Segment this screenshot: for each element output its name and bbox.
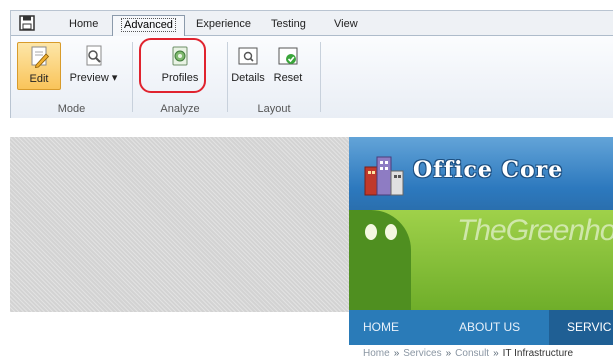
preview-icon [82,44,106,68]
banner-character [349,210,411,310]
reset-icon [276,44,300,68]
group-analyze-label: Analyze [160,103,200,115]
group-layout: Details Reset Layout [228,36,320,119]
site-banner: TheGreenhouse [349,210,613,310]
breadcrumb-item[interactable]: Consult [455,348,489,359]
ribbon-tab-strip: Home Advanced Experience Testing View [11,11,613,37]
breadcrumb-current: IT Infrastructure [502,348,574,359]
banner-character-eye [385,224,397,240]
save-icon[interactable] [18,14,36,32]
site-header: Office Core [349,137,613,210]
nav-about-us[interactable]: ABOUT US [459,310,549,345]
screen: Home Advanced Experience Testing View Ed… [0,0,613,362]
placeholder-panel [10,137,350,312]
tab-experience[interactable]: Experience [188,15,259,37]
site-nav: HOME ABOUT US SERVIC [349,310,613,345]
breadcrumb-separator: » [393,348,400,359]
site-preview: Office Core TheGreenhouse HOME ABOUT US … [349,137,613,362]
details-icon [236,44,260,68]
details-label: Details [231,72,265,84]
reset-label: Reset [273,72,303,84]
banner-headline: TheGreenhouse [457,214,613,247]
tab-home[interactable]: Home [61,15,106,37]
nav-home[interactable]: HOME [363,310,423,345]
nav-services[interactable]: SERVIC [549,310,613,345]
group-divider [320,42,321,112]
tab-testing[interactable]: Testing [263,15,314,37]
ribbon-body: Edit Preview ▾ Mode Profiles Analyze Det… [11,36,613,119]
reset-button[interactable]: Reset [270,42,306,90]
preview-label: Preview ▾ [69,72,118,84]
group-mode: Edit Preview ▾ Mode [11,36,132,119]
group-mode-label: Mode [57,103,86,115]
office-buildings-icon [359,145,409,201]
tab-view[interactable]: View [326,15,366,37]
breadcrumb-separator: » [493,348,499,359]
breadcrumb: Home» Services» Consult» IT Infrastructure [349,345,613,362]
edit-button[interactable]: Edit [17,42,61,90]
tab-advanced-label: Advanced [121,18,176,32]
banner-character-eye [365,224,377,240]
ribbon: Home Advanced Experience Testing View Ed… [10,10,613,119]
group-layout-label: Layout [257,103,291,115]
breadcrumb-item[interactable]: Home [363,348,390,359]
breadcrumb-separator: » [445,348,452,359]
profiles-highlight-annotation [139,38,206,93]
edit-label: Edit [29,73,49,85]
tab-advanced[interactable]: Advanced [112,15,185,37]
edit-icon [27,45,51,69]
breadcrumb-item[interactable]: Services [403,348,441,359]
details-button[interactable]: Details [228,42,268,90]
preview-button[interactable]: Preview ▾ [66,42,121,90]
site-logo-text: Office Core [413,157,564,183]
